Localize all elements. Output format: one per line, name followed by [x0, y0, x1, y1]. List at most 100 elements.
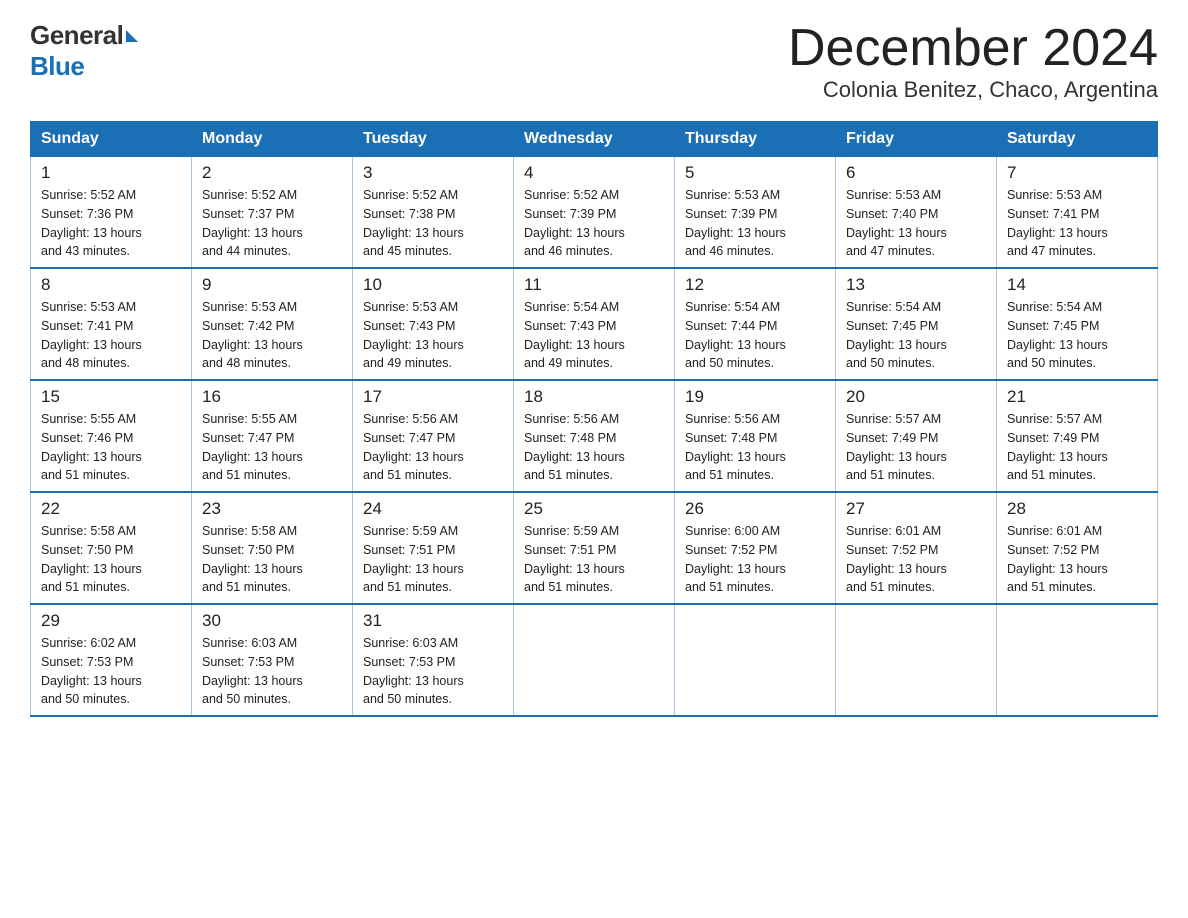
calendar-title: December 2024: [788, 20, 1158, 77]
calendar-cell: [514, 604, 675, 716]
day-number: 20: [846, 387, 986, 407]
column-header-tuesday: Tuesday: [353, 122, 514, 157]
logo-arrow-icon: [126, 30, 138, 42]
day-number: 15: [41, 387, 181, 407]
day-info: Sunrise: 5:53 AM Sunset: 7:43 PM Dayligh…: [363, 298, 503, 373]
day-number: 13: [846, 275, 986, 295]
day-number: 29: [41, 611, 181, 631]
calendar-cell: 29 Sunrise: 6:02 AM Sunset: 7:53 PM Dayl…: [31, 604, 192, 716]
calendar-table: SundayMondayTuesdayWednesdayThursdayFrid…: [30, 121, 1158, 717]
logo-general-text: General: [30, 20, 123, 51]
calendar-cell: 23 Sunrise: 5:58 AM Sunset: 7:50 PM Dayl…: [192, 492, 353, 604]
calendar-cell: [675, 604, 836, 716]
day-info: Sunrise: 5:54 AM Sunset: 7:43 PM Dayligh…: [524, 298, 664, 373]
day-info: Sunrise: 5:55 AM Sunset: 7:47 PM Dayligh…: [202, 410, 342, 485]
day-info: Sunrise: 5:53 AM Sunset: 7:42 PM Dayligh…: [202, 298, 342, 373]
day-number: 26: [685, 499, 825, 519]
calendar-cell: 15 Sunrise: 5:55 AM Sunset: 7:46 PM Dayl…: [31, 380, 192, 492]
calendar-cell: 27 Sunrise: 6:01 AM Sunset: 7:52 PM Dayl…: [836, 492, 997, 604]
calendar-cell: 21 Sunrise: 5:57 AM Sunset: 7:49 PM Dayl…: [997, 380, 1158, 492]
day-info: Sunrise: 6:01 AM Sunset: 7:52 PM Dayligh…: [846, 522, 986, 597]
calendar-cell: 14 Sunrise: 5:54 AM Sunset: 7:45 PM Dayl…: [997, 268, 1158, 380]
day-number: 6: [846, 163, 986, 183]
calendar-cell: 30 Sunrise: 6:03 AM Sunset: 7:53 PM Dayl…: [192, 604, 353, 716]
day-number: 4: [524, 163, 664, 183]
day-info: Sunrise: 5:54 AM Sunset: 7:44 PM Dayligh…: [685, 298, 825, 373]
day-number: 23: [202, 499, 342, 519]
day-number: 24: [363, 499, 503, 519]
day-info: Sunrise: 5:54 AM Sunset: 7:45 PM Dayligh…: [1007, 298, 1147, 373]
column-header-friday: Friday: [836, 122, 997, 157]
day-info: Sunrise: 5:53 AM Sunset: 7:40 PM Dayligh…: [846, 186, 986, 261]
calendar-header-row: SundayMondayTuesdayWednesdayThursdayFrid…: [31, 122, 1158, 157]
calendar-cell: 9 Sunrise: 5:53 AM Sunset: 7:42 PM Dayli…: [192, 268, 353, 380]
day-info: Sunrise: 5:52 AM Sunset: 7:39 PM Dayligh…: [524, 186, 664, 261]
column-header-sunday: Sunday: [31, 122, 192, 157]
calendar-cell: 22 Sunrise: 5:58 AM Sunset: 7:50 PM Dayl…: [31, 492, 192, 604]
calendar-cell: 20 Sunrise: 5:57 AM Sunset: 7:49 PM Dayl…: [836, 380, 997, 492]
day-number: 27: [846, 499, 986, 519]
day-number: 17: [363, 387, 503, 407]
day-info: Sunrise: 6:02 AM Sunset: 7:53 PM Dayligh…: [41, 634, 181, 709]
day-number: 12: [685, 275, 825, 295]
day-info: Sunrise: 6:03 AM Sunset: 7:53 PM Dayligh…: [363, 634, 503, 709]
day-info: Sunrise: 5:56 AM Sunset: 7:48 PM Dayligh…: [524, 410, 664, 485]
day-number: 22: [41, 499, 181, 519]
day-info: Sunrise: 5:52 AM Sunset: 7:36 PM Dayligh…: [41, 186, 181, 261]
calendar-cell: 2 Sunrise: 5:52 AM Sunset: 7:37 PM Dayli…: [192, 157, 353, 269]
calendar-cell: 5 Sunrise: 5:53 AM Sunset: 7:39 PM Dayli…: [675, 157, 836, 269]
day-info: Sunrise: 5:57 AM Sunset: 7:49 PM Dayligh…: [846, 410, 986, 485]
day-number: 25: [524, 499, 664, 519]
day-number: 16: [202, 387, 342, 407]
day-info: Sunrise: 5:52 AM Sunset: 7:37 PM Dayligh…: [202, 186, 342, 261]
calendar-cell: 10 Sunrise: 5:53 AM Sunset: 7:43 PM Dayl…: [353, 268, 514, 380]
calendar-cell: 18 Sunrise: 5:56 AM Sunset: 7:48 PM Dayl…: [514, 380, 675, 492]
logo-blue-text: Blue: [30, 51, 84, 81]
day-number: 1: [41, 163, 181, 183]
day-info: Sunrise: 5:56 AM Sunset: 7:48 PM Dayligh…: [685, 410, 825, 485]
day-info: Sunrise: 5:54 AM Sunset: 7:45 PM Dayligh…: [846, 298, 986, 373]
calendar-cell: 17 Sunrise: 5:56 AM Sunset: 7:47 PM Dayl…: [353, 380, 514, 492]
column-header-saturday: Saturday: [997, 122, 1158, 157]
calendar-cell: 24 Sunrise: 5:59 AM Sunset: 7:51 PM Dayl…: [353, 492, 514, 604]
calendar-cell: 28 Sunrise: 6:01 AM Sunset: 7:52 PM Dayl…: [997, 492, 1158, 604]
day-number: 9: [202, 275, 342, 295]
calendar-week-row: 8 Sunrise: 5:53 AM Sunset: 7:41 PM Dayli…: [31, 268, 1158, 380]
calendar-cell: 8 Sunrise: 5:53 AM Sunset: 7:41 PM Dayli…: [31, 268, 192, 380]
calendar-cell: 13 Sunrise: 5:54 AM Sunset: 7:45 PM Dayl…: [836, 268, 997, 380]
day-number: 14: [1007, 275, 1147, 295]
day-info: Sunrise: 5:53 AM Sunset: 7:39 PM Dayligh…: [685, 186, 825, 261]
day-info: Sunrise: 5:57 AM Sunset: 7:49 PM Dayligh…: [1007, 410, 1147, 485]
day-number: 10: [363, 275, 503, 295]
day-number: 19: [685, 387, 825, 407]
day-number: 2: [202, 163, 342, 183]
day-number: 21: [1007, 387, 1147, 407]
logo: General Blue: [30, 20, 138, 82]
day-info: Sunrise: 5:59 AM Sunset: 7:51 PM Dayligh…: [524, 522, 664, 597]
day-info: Sunrise: 5:58 AM Sunset: 7:50 PM Dayligh…: [202, 522, 342, 597]
column-header-wednesday: Wednesday: [514, 122, 675, 157]
day-info: Sunrise: 5:59 AM Sunset: 7:51 PM Dayligh…: [363, 522, 503, 597]
calendar-cell: 6 Sunrise: 5:53 AM Sunset: 7:40 PM Dayli…: [836, 157, 997, 269]
day-info: Sunrise: 5:56 AM Sunset: 7:47 PM Dayligh…: [363, 410, 503, 485]
column-header-monday: Monday: [192, 122, 353, 157]
day-number: 5: [685, 163, 825, 183]
day-info: Sunrise: 5:55 AM Sunset: 7:46 PM Dayligh…: [41, 410, 181, 485]
column-header-thursday: Thursday: [675, 122, 836, 157]
day-info: Sunrise: 6:01 AM Sunset: 7:52 PM Dayligh…: [1007, 522, 1147, 597]
day-number: 31: [363, 611, 503, 631]
day-number: 28: [1007, 499, 1147, 519]
calendar-cell: 11 Sunrise: 5:54 AM Sunset: 7:43 PM Dayl…: [514, 268, 675, 380]
calendar-cell: 3 Sunrise: 5:52 AM Sunset: 7:38 PM Dayli…: [353, 157, 514, 269]
calendar-week-row: 15 Sunrise: 5:55 AM Sunset: 7:46 PM Dayl…: [31, 380, 1158, 492]
calendar-cell: 7 Sunrise: 5:53 AM Sunset: 7:41 PM Dayli…: [997, 157, 1158, 269]
calendar-cell: 19 Sunrise: 5:56 AM Sunset: 7:48 PM Dayl…: [675, 380, 836, 492]
title-block: December 2024 Colonia Benitez, Chaco, Ar…: [788, 20, 1158, 103]
day-info: Sunrise: 5:52 AM Sunset: 7:38 PM Dayligh…: [363, 186, 503, 261]
day-info: Sunrise: 5:53 AM Sunset: 7:41 PM Dayligh…: [1007, 186, 1147, 261]
calendar-cell: 31 Sunrise: 6:03 AM Sunset: 7:53 PM Dayl…: [353, 604, 514, 716]
day-info: Sunrise: 5:53 AM Sunset: 7:41 PM Dayligh…: [41, 298, 181, 373]
day-number: 8: [41, 275, 181, 295]
calendar-cell: [997, 604, 1158, 716]
calendar-week-row: 22 Sunrise: 5:58 AM Sunset: 7:50 PM Dayl…: [31, 492, 1158, 604]
